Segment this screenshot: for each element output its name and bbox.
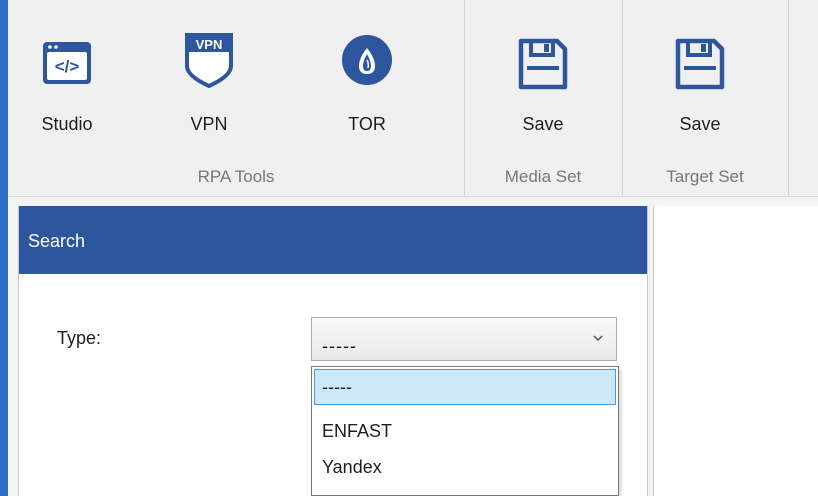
target-set-save-button[interactable]: Save — [655, 30, 745, 140]
tor-onion-icon — [341, 34, 393, 91]
group-label-rpa-tools: RPA Tools — [197, 167, 275, 186]
type-select-value: ----- — [322, 336, 357, 356]
media-set-save-button[interactable]: Save — [498, 30, 588, 140]
media-set-save-label: Save — [522, 114, 564, 134]
group-label-media-set: Media Set — [504, 167, 582, 186]
app-window: </> Studio VPN VPN TOR RPA Tools Save Me… — [8, 0, 818, 496]
type-label: Type: — [57, 328, 102, 348]
search-panel: Search Type: ----- ----- ENFAST Yandex — [18, 206, 648, 496]
svg-text:</>: </> — [55, 57, 80, 76]
vpn-label: VPN — [190, 114, 228, 134]
floppy-disk-icon — [518, 38, 568, 95]
vpn-shield-icon: VPN — [184, 32, 234, 93]
tor-button[interactable]: TOR — [322, 30, 412, 140]
tor-label: TOR — [348, 114, 386, 134]
floppy-disk-icon — [675, 38, 725, 95]
search-panel-title: Search — [28, 231, 86, 251]
vpn-button[interactable]: VPN VPN — [164, 30, 254, 140]
dropdown-option[interactable]: ----- — [314, 369, 616, 405]
type-select[interactable]: ----- — [311, 317, 617, 361]
type-dropdown-list: ----- ENFAST Yandex — [311, 366, 619, 496]
group-label-target-set: Target Set — [666, 167, 744, 186]
chevron-down-icon — [592, 332, 604, 346]
ribbon: </> Studio VPN VPN TOR RPA Tools Save Me… — [8, 0, 818, 197]
ribbon-group-media-set: Save Media Set — [464, 0, 623, 196]
dropdown-option[interactable]: ENFAST — [314, 413, 616, 449]
ribbon-group-target-set: Save Target Set — [622, 0, 789, 196]
studio-code-icon: </> — [41, 38, 93, 93]
search-panel-header: Search — [19, 206, 647, 274]
ribbon-group-rpa-tools: </> Studio VPN VPN TOR RPA Tools — [8, 0, 465, 196]
dropdown-option[interactable]: Yandex — [314, 449, 616, 485]
content-pane — [653, 206, 818, 496]
svg-text:VPN: VPN — [196, 37, 223, 52]
target-set-save-label: Save — [679, 114, 721, 134]
studio-label: Studio — [41, 114, 93, 134]
studio-button[interactable]: </> Studio — [22, 30, 112, 140]
